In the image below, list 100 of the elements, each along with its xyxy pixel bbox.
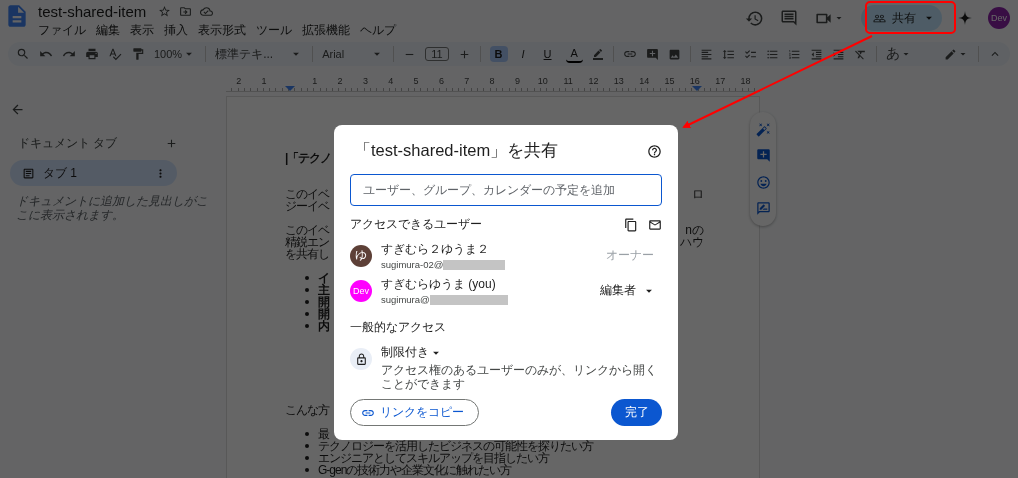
ruler-number: 11	[562, 76, 574, 86]
style-value[interactable]: 標準テキ...	[215, 45, 274, 63]
menu-item[interactable]: 表示	[130, 22, 154, 39]
document-text: テクノロジーを活用したビジネスの可能性を探りたい方	[318, 440, 593, 452]
bullet-icon	[305, 432, 309, 436]
bullet-icon	[305, 444, 309, 448]
user-avatar: Dev	[350, 279, 372, 302]
line-spacing-icon[interactable]	[721, 47, 735, 61]
ruler-number: 12	[587, 76, 600, 86]
lock-icon	[350, 348, 372, 370]
document-text: ロ	[692, 188, 704, 200]
ruler-number: 14	[638, 76, 651, 86]
indent-marker-icon[interactable]	[692, 86, 702, 91]
document-text: こんな方	[285, 404, 329, 416]
document-text: このイベ	[285, 188, 329, 200]
format-button[interactable]: A	[565, 45, 583, 63]
add-people-field[interactable]: ユーザー、グループ、カレンダーの予定を追加	[350, 174, 662, 206]
ruler-number: 10	[536, 76, 549, 86]
menu-item[interactable]: 挿入	[164, 22, 188, 39]
document-text: を共有し	[285, 248, 329, 260]
document-text: 開	[318, 308, 329, 320]
sidebar-heading: ドキュメント タブ	[18, 135, 118, 152]
ruler-number: 2	[235, 76, 243, 86]
menu-item[interactable]: ファイル	[38, 22, 86, 39]
add-comment-icon[interactable]	[645, 47, 659, 61]
copy-link-button[interactable]: リンクをコピー	[350, 399, 479, 426]
ruler-number: 18	[739, 76, 752, 86]
user-avatar: ゆ	[350, 244, 372, 267]
indent-decrease-icon[interactable]	[809, 47, 823, 61]
document-text: G-genの技術力や企業文化に触れたい方	[318, 464, 512, 476]
font-value[interactable]: Arial	[322, 48, 345, 60]
access-dropdown[interactable]: 制限付き	[381, 344, 443, 361]
redacted-block	[443, 259, 506, 270]
document-text: 主	[318, 284, 329, 296]
suggest-edit-icon[interactable]	[755, 201, 771, 217]
ruler-number: 13	[612, 76, 625, 86]
document-text: このイベ	[285, 224, 329, 236]
menu-item[interactable]: ツール	[256, 22, 292, 39]
done-button[interactable]: 完了	[611, 399, 662, 426]
numbered-list-icon[interactable]	[787, 47, 801, 61]
zoom-value[interactable]: 100%	[154, 48, 183, 60]
account-avatar[interactable]: Dev	[988, 7, 1010, 29]
document-tab[interactable]: タブ 1	[10, 160, 177, 186]
sparkle-icon[interactable]	[958, 11, 972, 25]
mail-icon[interactable]	[648, 217, 662, 232]
add-comment-icon[interactable]	[755, 148, 771, 164]
bullet-icon	[305, 300, 309, 304]
checklist-icon[interactable]	[743, 47, 757, 61]
magic-pen-icon[interactable]	[755, 121, 771, 137]
section-heading: 一般的なアクセス	[350, 319, 446, 336]
document-text: 精鋭エン	[285, 236, 329, 248]
document-text: nの	[685, 224, 704, 236]
ruler-number: 6	[437, 76, 445, 86]
menu-item[interactable]: 拡張機能	[302, 22, 350, 39]
star-icon[interactable]	[158, 5, 172, 18]
menu-item[interactable]: ヘルプ	[360, 22, 396, 39]
bullet-icon	[305, 456, 309, 460]
ruler-number: 4	[387, 76, 395, 86]
indent-increase-icon[interactable]	[831, 47, 845, 61]
comment-icon[interactable]	[780, 9, 798, 27]
ruler-number: 1	[311, 76, 319, 86]
ruler-number: 5	[412, 76, 420, 86]
image-icon[interactable]	[667, 47, 681, 61]
document-title[interactable]: test-shared-item	[38, 3, 147, 20]
ruler-number: 9	[513, 76, 521, 86]
cloud-icon[interactable]	[200, 5, 214, 18]
format-button[interactable]: B	[489, 46, 508, 62]
back-arrow-icon[interactable]	[10, 102, 25, 117]
copy-icon[interactable]	[624, 217, 638, 232]
history-icon[interactable]	[745, 8, 764, 28]
help-icon[interactable]	[647, 143, 662, 159]
menu-item[interactable]: 編集	[96, 22, 120, 39]
share-button[interactable]: 共有	[861, 5, 942, 31]
ruler-number: 2	[336, 76, 344, 86]
document-text: 内	[318, 320, 329, 332]
menu-item[interactable]: 表示形式	[198, 22, 246, 39]
paint-roller-icon[interactable]	[131, 47, 145, 61]
document-text: 最	[318, 428, 329, 440]
add-tab-icon[interactable]	[165, 137, 178, 150]
section-heading: アクセスできるユーザー	[350, 216, 482, 233]
document-icon	[22, 166, 35, 180]
role-label: オーナー	[606, 247, 655, 264]
align-icon[interactable]	[699, 47, 713, 61]
format-button[interactable]: I	[516, 46, 530, 62]
folder-icon[interactable]	[179, 5, 193, 18]
ruler-number: 1	[260, 76, 268, 86]
font-size-field[interactable]: 11	[425, 47, 449, 61]
spellcheck-icon[interactable]	[108, 47, 122, 61]
format-button[interactable]: U	[538, 46, 557, 62]
highlighter-icon[interactable]	[591, 48, 604, 60]
print-icon[interactable]	[85, 47, 99, 61]
search-icon[interactable]	[16, 47, 30, 61]
user-email: sugimura@	[381, 294, 430, 305]
emoji-icon[interactable]	[755, 174, 771, 190]
user-name: すぎむら２ゆうま２	[381, 241, 490, 258]
role-dropdown[interactable]: 編集者	[600, 282, 662, 299]
input-tools-glyph[interactable]: あ	[885, 45, 900, 63]
ruler-number: 17	[714, 76, 727, 86]
pencil-icon[interactable]	[944, 47, 957, 61]
indent-marker-icon[interactable]	[285, 86, 295, 91]
